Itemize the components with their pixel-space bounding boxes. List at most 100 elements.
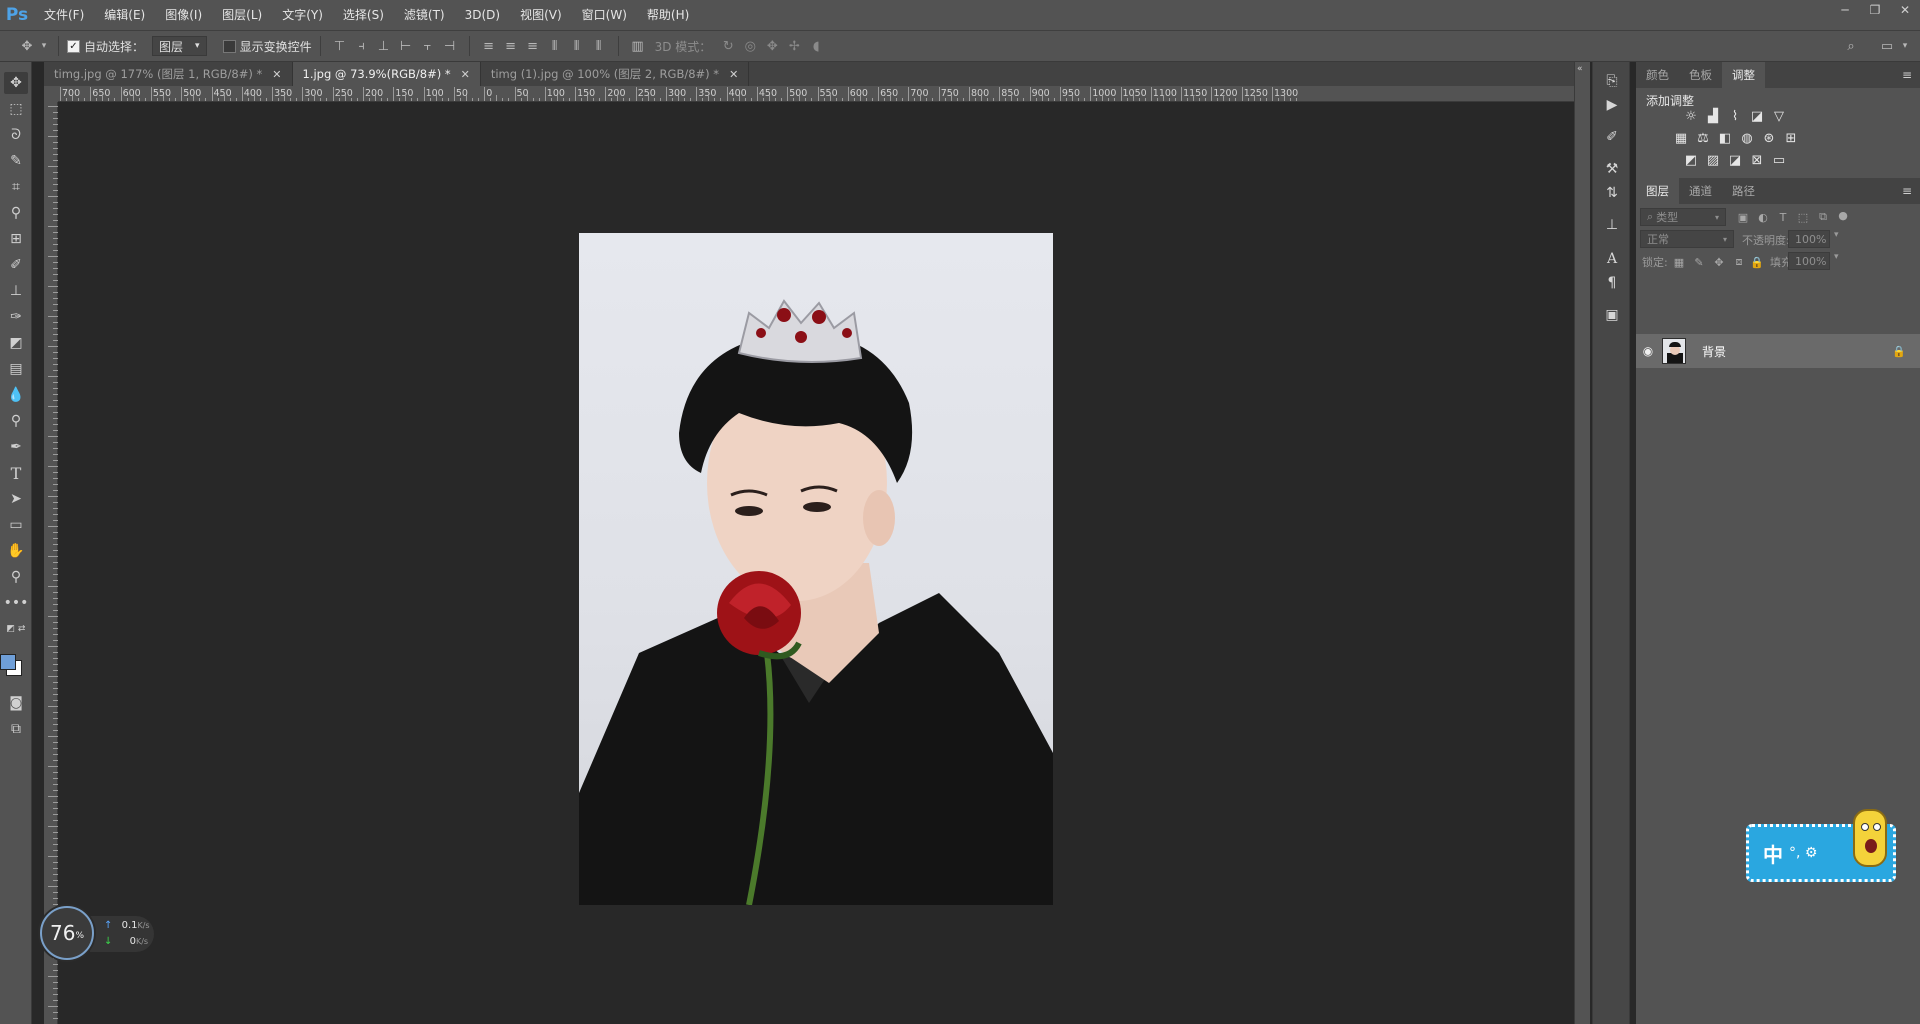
black-white-icon[interactable]: ◧ [1716, 130, 1734, 146]
workspace-icon[interactable]: ▭ [1876, 35, 1898, 57]
tab-swatches[interactable]: 色板 [1679, 62, 1722, 88]
distribute-right-icon[interactable]: ⦀ [588, 35, 610, 57]
threshold-icon[interactable]: ◪ [1726, 152, 1744, 168]
history-panel-icon[interactable]: ⎘ [1600, 70, 1624, 92]
tab-timg-1-jpg[interactable]: timg (1).jpg @ 100% (图层 2, RGB/8#) * ✕ [480, 62, 750, 86]
healing-brush-tool-icon[interactable]: ⊞ [4, 228, 28, 250]
ruler-origin[interactable] [44, 86, 58, 102]
3d-pan-icon[interactable]: ✥ [761, 35, 783, 57]
lock-all-icon[interactable]: 🔒 [1748, 254, 1766, 270]
marquee-tool-icon[interactable]: ⬚ [4, 98, 28, 120]
lock-transparent-icon[interactable]: ▦ [1670, 254, 1688, 270]
blend-mode-dropdown[interactable]: 正常 ▾ [1640, 230, 1734, 248]
eye-icon[interactable]: ◉ [1636, 344, 1660, 358]
gradient-map-icon[interactable]: ▭ [1770, 152, 1788, 168]
align-left-icon[interactable]: ⊢ [395, 35, 417, 57]
menu-item-1[interactable]: 编辑(E) [94, 0, 155, 30]
lasso-tool-icon[interactable]: ᘐ [4, 124, 28, 146]
chevron-down-icon[interactable]: ▾ [1898, 35, 1912, 57]
vibrance-icon[interactable]: ▽ [1770, 108, 1788, 124]
clone-source-icon[interactable]: ⊥ [1600, 214, 1624, 236]
color-lookup-icon[interactable]: ⊞ [1782, 130, 1800, 146]
type-tool-icon[interactable]: T [4, 462, 28, 484]
hue-saturation-icon[interactable]: ▦ [1672, 130, 1690, 146]
rectangle-tool-icon[interactable]: ▭ [4, 514, 28, 536]
channel-mixer-icon[interactable]: ⊛ [1760, 130, 1778, 146]
filter-pixel-icon[interactable]: ▣ [1734, 209, 1752, 225]
brush-settings-icon[interactable]: ✐ [1600, 126, 1624, 148]
minimize-button[interactable]: ─ [1830, 0, 1860, 20]
chevron-down-icon[interactable]: ▾ [1834, 230, 1839, 240]
actions-panel-icon[interactable]: ▶ [1600, 94, 1624, 116]
more-tools-icon[interactable]: ••• [4, 592, 29, 614]
menu-item-3[interactable]: 图层(L) [212, 0, 272, 30]
distribute-top-icon[interactable]: ≡ [478, 35, 500, 57]
document-photo[interactable] [579, 233, 1053, 905]
auto-select-target-dropdown[interactable]: 图层 ▾ [152, 36, 207, 56]
filter-toggle-icon[interactable]: ● [1834, 207, 1852, 223]
filter-shape-icon[interactable]: ⬚ [1794, 209, 1812, 225]
clone-stamp-tool-icon[interactable]: ⊥ [4, 280, 28, 302]
auto-select-checkbox[interactable]: ✓ [67, 39, 80, 53]
3d-rotate-icon[interactable]: ↻ [717, 35, 739, 57]
tab-timg-jpg[interactable]: timg.jpg @ 177% (图层 1, RGB/8#) * ✕ [44, 62, 293, 86]
tab-paths[interactable]: 路径 [1722, 178, 1765, 204]
menu-item-2[interactable]: 图像(I) [155, 0, 212, 30]
align-top-icon[interactable]: ⊤ [329, 35, 351, 57]
ime-language-toggle[interactable]: 中 [1763, 839, 1783, 868]
close-button[interactable]: ✕ [1890, 0, 1920, 20]
distribute-vcenter-icon[interactable]: ≡ [500, 35, 522, 57]
move-tool-icon[interactable]: ✥ [4, 72, 28, 94]
posterize-icon[interactable]: ▨ [1704, 152, 1722, 168]
expand-icon[interactable]: « [1577, 64, 1583, 74]
quick-mask-icon[interactable]: ◙ [4, 692, 28, 714]
menu-item-9[interactable]: 窗口(W) [572, 0, 637, 30]
zoom-tool-icon[interactable]: ⚲ [4, 566, 28, 588]
levels-icon[interactable]: ▟ [1704, 108, 1722, 124]
distribute-left-icon[interactable]: ⦀ [544, 35, 566, 57]
color-balance-icon[interactable]: ⚖ [1694, 130, 1712, 146]
fill-input[interactable]: 100% [1788, 252, 1830, 270]
canvas-area[interactable] [58, 102, 1574, 1024]
3d-camera-icon[interactable]: ◖ [805, 35, 827, 57]
layer-row-background[interactable]: ◉ 背景 🔒 [1636, 334, 1920, 368]
quick-select-tool-icon[interactable]: ✎ [4, 150, 28, 172]
chevron-down-icon[interactable]: ▾ [1834, 252, 1839, 262]
history-brush-tool-icon[interactable]: ✑ [4, 306, 28, 328]
crop-tool-icon[interactable]: ⌗ [4, 176, 28, 198]
character-panel-icon[interactable]: A [1600, 248, 1624, 270]
align-bottom-icon[interactable]: ⊥ [373, 35, 395, 57]
exposure-icon[interactable]: ◪ [1748, 108, 1766, 124]
align-hcenter-icon[interactable]: ⫟ [417, 35, 439, 57]
hand-tool-icon[interactable]: ✋ [4, 540, 28, 562]
panel-menu-icon[interactable]: ≡ [1902, 68, 1912, 82]
close-icon[interactable]: ✕ [729, 68, 738, 81]
menu-item-4[interactable]: 文字(Y) [272, 0, 333, 30]
menu-item-0[interactable]: 文件(F) [34, 0, 94, 30]
distribute-bottom-icon[interactable]: ≡ [522, 35, 544, 57]
tab-layers[interactable]: 图层 [1636, 178, 1679, 204]
layer-name[interactable]: 背景 [1702, 343, 1726, 360]
brush-tool-icon[interactable]: ✐ [4, 254, 28, 276]
horizontal-ruler[interactable]: 700 650 600 550 500 450 400 350 300 250 200 150 100 5… [58, 86, 1574, 102]
lock-artboard-icon[interactable]: ⧈ [1730, 254, 1748, 270]
brushes-panel-icon[interactable]: ⚒ [1600, 158, 1624, 180]
align-right-icon[interactable]: ⊣ [439, 35, 461, 57]
dodge-tool-icon[interactable]: ⚲ [4, 410, 28, 432]
panel-menu-icon[interactable]: ≡ [1902, 184, 1912, 198]
tab-1-jpg[interactable]: 1.jpg @ 73.9%(RGB/8#) * ✕ [292, 62, 481, 86]
menu-item-5[interactable]: 选择(S) [333, 0, 394, 30]
3d-roll-icon[interactable]: ◎ [739, 35, 761, 57]
path-selection-tool-icon[interactable]: ➤ [4, 488, 28, 510]
selective-color-icon[interactable]: ⊠ [1748, 152, 1766, 168]
libraries-panel-icon[interactable]: ▣ [1600, 304, 1624, 326]
curves-icon[interactable]: ⌇ [1726, 108, 1744, 124]
ime-toolbar[interactable]: 中 °, ⚙ [1746, 809, 1896, 882]
network-speed-widget[interactable]: ↑ 0.1K/s ↓ 0K/s 76% [40, 906, 154, 962]
blur-tool-icon[interactable]: 💧 [4, 384, 28, 406]
menu-item-8[interactable]: 视图(V) [510, 0, 572, 30]
close-icon[interactable]: ✕ [272, 68, 281, 81]
layer-filter-dropdown[interactable]: ⌕ 类型 ▾ [1640, 208, 1726, 226]
brightness-icon[interactable]: ☼ [1682, 108, 1700, 124]
invert-icon[interactable]: ◩ [1682, 152, 1700, 168]
